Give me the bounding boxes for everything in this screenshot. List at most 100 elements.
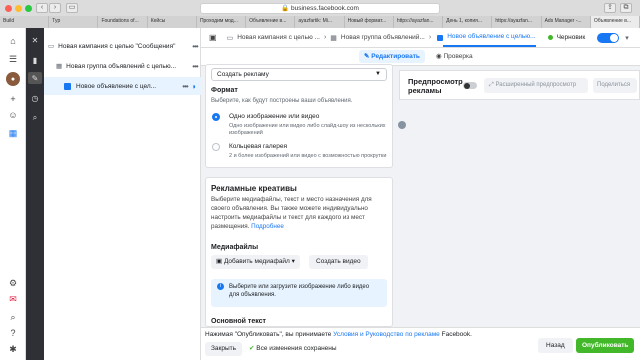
left-rail: ⌂ ☰ ● + ☺ ▦ ⚙ ✉ ⌕ ? ✱ (0, 28, 26, 360)
creatives-card: Рекламные креативы Выберите медиафайлы, … (205, 177, 393, 327)
tree-item-ad[interactable]: Новое объявление с цел... ••• ◑ (44, 77, 201, 95)
close-window-button[interactable] (5, 5, 12, 12)
minimize-window-button[interactable] (15, 5, 22, 12)
tabs-overview-icon[interactable]: ⧉ (620, 3, 632, 13)
carousel-desc: 2 и более изображений или видео с возмож… (229, 153, 387, 159)
preview-bar: Предпросмотр рекламы ⤢ Расширенный предп… (399, 70, 640, 100)
info-banner: i Выберите или загрузите изображение либ… (211, 279, 387, 307)
browser-tab[interactable]: Foundations of... (98, 16, 148, 28)
history-icon[interactable]: ◷ (29, 92, 41, 104)
create-video-button[interactable]: Создать видео (309, 255, 368, 269)
format-title: Формат (211, 87, 238, 94)
tree-item-adset[interactable]: ▦ Новая группа объявлений с целью... ••• (44, 57, 201, 75)
grid-icon[interactable]: ▦ (6, 126, 20, 140)
chevron-down-icon[interactable]: ▾ (619, 34, 629, 42)
advanced-preview-button[interactable]: ⤢ Расширенный предпросмотр (484, 78, 588, 93)
single-image-title: Одно изображение или видео (229, 113, 320, 120)
close-button[interactable]: Закрыть (205, 342, 243, 356)
panel-toggle-icon[interactable]: ▣ (201, 33, 217, 42)
browser-tab[interactable]: Ads Manager -... (542, 16, 591, 28)
carousel-title: Кольцевая галерея (229, 143, 288, 150)
preview-toggle[interactable] (463, 82, 477, 89)
chart-icon[interactable]: ▮ (29, 54, 41, 66)
search-icon[interactable]: ⌕ (29, 112, 41, 124)
browser-tab[interactable]: https://ayazfan... (492, 16, 542, 28)
browser-tab[interactable]: https://ayazfan... (394, 16, 444, 28)
carousel-radio[interactable] (212, 143, 220, 151)
smiley-icon[interactable]: ☺ (6, 108, 20, 122)
sidebar-toggle-icon[interactable]: ▭ (66, 3, 78, 13)
grid-icon: ▦ (330, 34, 337, 42)
edit-icon[interactable]: ✎ (28, 72, 42, 84)
forward-arrow-icon[interactable]: › (49, 3, 61, 13)
url-text: business.facebook.com (290, 5, 359, 12)
search-icon[interactable]: ⌕ (6, 310, 20, 324)
main-text-title: Основной текст (211, 318, 266, 325)
browser-tab[interactable]: ayazfartik: Mi... (295, 16, 345, 28)
add-media-button[interactable]: ▣ Добавить медиафайл ▾ (211, 255, 300, 269)
avatar[interactable]: ● (6, 72, 20, 86)
back-arrow-icon[interactable]: ‹ (36, 3, 48, 13)
toggle-switch[interactable] (597, 32, 620, 43)
learn-more-link[interactable]: Подробнее (251, 223, 284, 230)
caret-down-icon: ▼ (375, 71, 381, 77)
tree-item-campaign[interactable]: ▭ Новая кампания с целью "Сообщения" ••• (44, 37, 201, 55)
browser-tab[interactable]: Новый формат... (345, 16, 394, 28)
more-options-icon[interactable]: ••• (189, 62, 201, 71)
more-options-icon[interactable]: ••• (179, 82, 191, 91)
home-icon[interactable]: ⌂ (6, 34, 20, 48)
creatives-text: Выберите медиафайлы, текст и место назна… (211, 196, 372, 230)
format-subtitle: Выберите, как будут построены ваши объяв… (211, 98, 353, 104)
maximize-window-button[interactable] (25, 5, 32, 12)
notifications-icon[interactable]: ✉ (6, 292, 20, 306)
breadcrumb-ad[interactable]: Новое объявление с целью... (443, 29, 536, 47)
cursor-pointer (398, 121, 406, 129)
menu-icon[interactable]: ☰ (6, 52, 20, 66)
breadcrumb-adset[interactable]: Новая группа объявлений... (337, 34, 425, 41)
more-options-icon[interactable]: ••• (189, 42, 201, 51)
campaign-label: Новая кампания с целью "Сообщения" (58, 42, 176, 50)
ad-icon (64, 82, 71, 90)
close-icon[interactable]: ✕ (29, 34, 41, 46)
browser-tab[interactable]: Кейсы (148, 16, 197, 28)
media-title: Медиафайлы (211, 244, 259, 251)
save-status: ✔ Все изменения сохранены (249, 345, 337, 352)
add-icon[interactable]: + (6, 92, 20, 106)
footer-bar: Нажимая "Опубликовать", вы принимаете Ус… (201, 327, 640, 360)
browser-toolbar: ‹ › ▭ 🔒 business.facebook.com ⇪ ⧉ Build T… (0, 0, 640, 28)
browser-tab[interactable]: Проходим мод... (197, 16, 247, 28)
breadcrumb: ▣ ▭ Новая кампания с целью ... › ▦ Новая… (201, 28, 640, 48)
status-badge: Черновик (556, 34, 586, 41)
caret-down-icon: ▾ (291, 258, 295, 265)
chevron-right-icon: › (428, 34, 432, 41)
preview-title: Предпросмотр рекламы (408, 77, 463, 95)
address-bar[interactable]: 🔒 business.facebook.com (200, 3, 440, 14)
settings-icon[interactable]: ⚙ (6, 276, 20, 290)
info-text: Выберите или загрузите изображение либо … (229, 284, 370, 298)
browser-tab[interactable]: Объявление в... (246, 16, 296, 28)
terms-text: Нажимая "Опубликовать", вы принимаете Ус… (205, 331, 472, 338)
creatives-title: Рекламные креативы (211, 184, 297, 193)
browser-tab[interactable]: Build (0, 16, 50, 28)
breadcrumb-campaign[interactable]: Новая кампания с целью ... (233, 34, 320, 41)
terms-link[interactable]: Условия и Руководство по рекламе (333, 331, 440, 338)
share-icon[interactable]: ⇪ (604, 3, 616, 13)
create-ad-select[interactable]: Создать рекламу ▼ (211, 68, 387, 81)
single-image-radio[interactable] (212, 113, 220, 121)
tree-tool-strip: ✕ ▮ ✎ ◷ ⌕ (26, 28, 44, 360)
format-card: Создать рекламу ▼ Формат Выберите, как бу… (205, 64, 393, 168)
browser-tab[interactable]: День 1, копия... (443, 16, 493, 28)
back-button[interactable]: Назад (538, 338, 573, 353)
publish-button[interactable]: Опубликовать (576, 338, 635, 353)
help-icon[interactable]: ? (6, 326, 20, 340)
status-half-icon: ◑ (191, 81, 196, 91)
browser-tab[interactable]: Typ (49, 16, 99, 28)
review-button[interactable]: ◉ Проверка (431, 50, 478, 63)
ad-label: Новое объявление с цел... (76, 82, 157, 90)
browser-tab[interactable]: Объявление в... (590, 16, 640, 28)
edit-button[interactable]: ✎ Редактировать (359, 50, 425, 63)
bug-icon[interactable]: ✱ (6, 342, 20, 356)
share-button[interactable]: Поделиться (593, 78, 637, 93)
info-icon: i (217, 283, 224, 290)
lock-icon: 🔒 (281, 5, 290, 12)
